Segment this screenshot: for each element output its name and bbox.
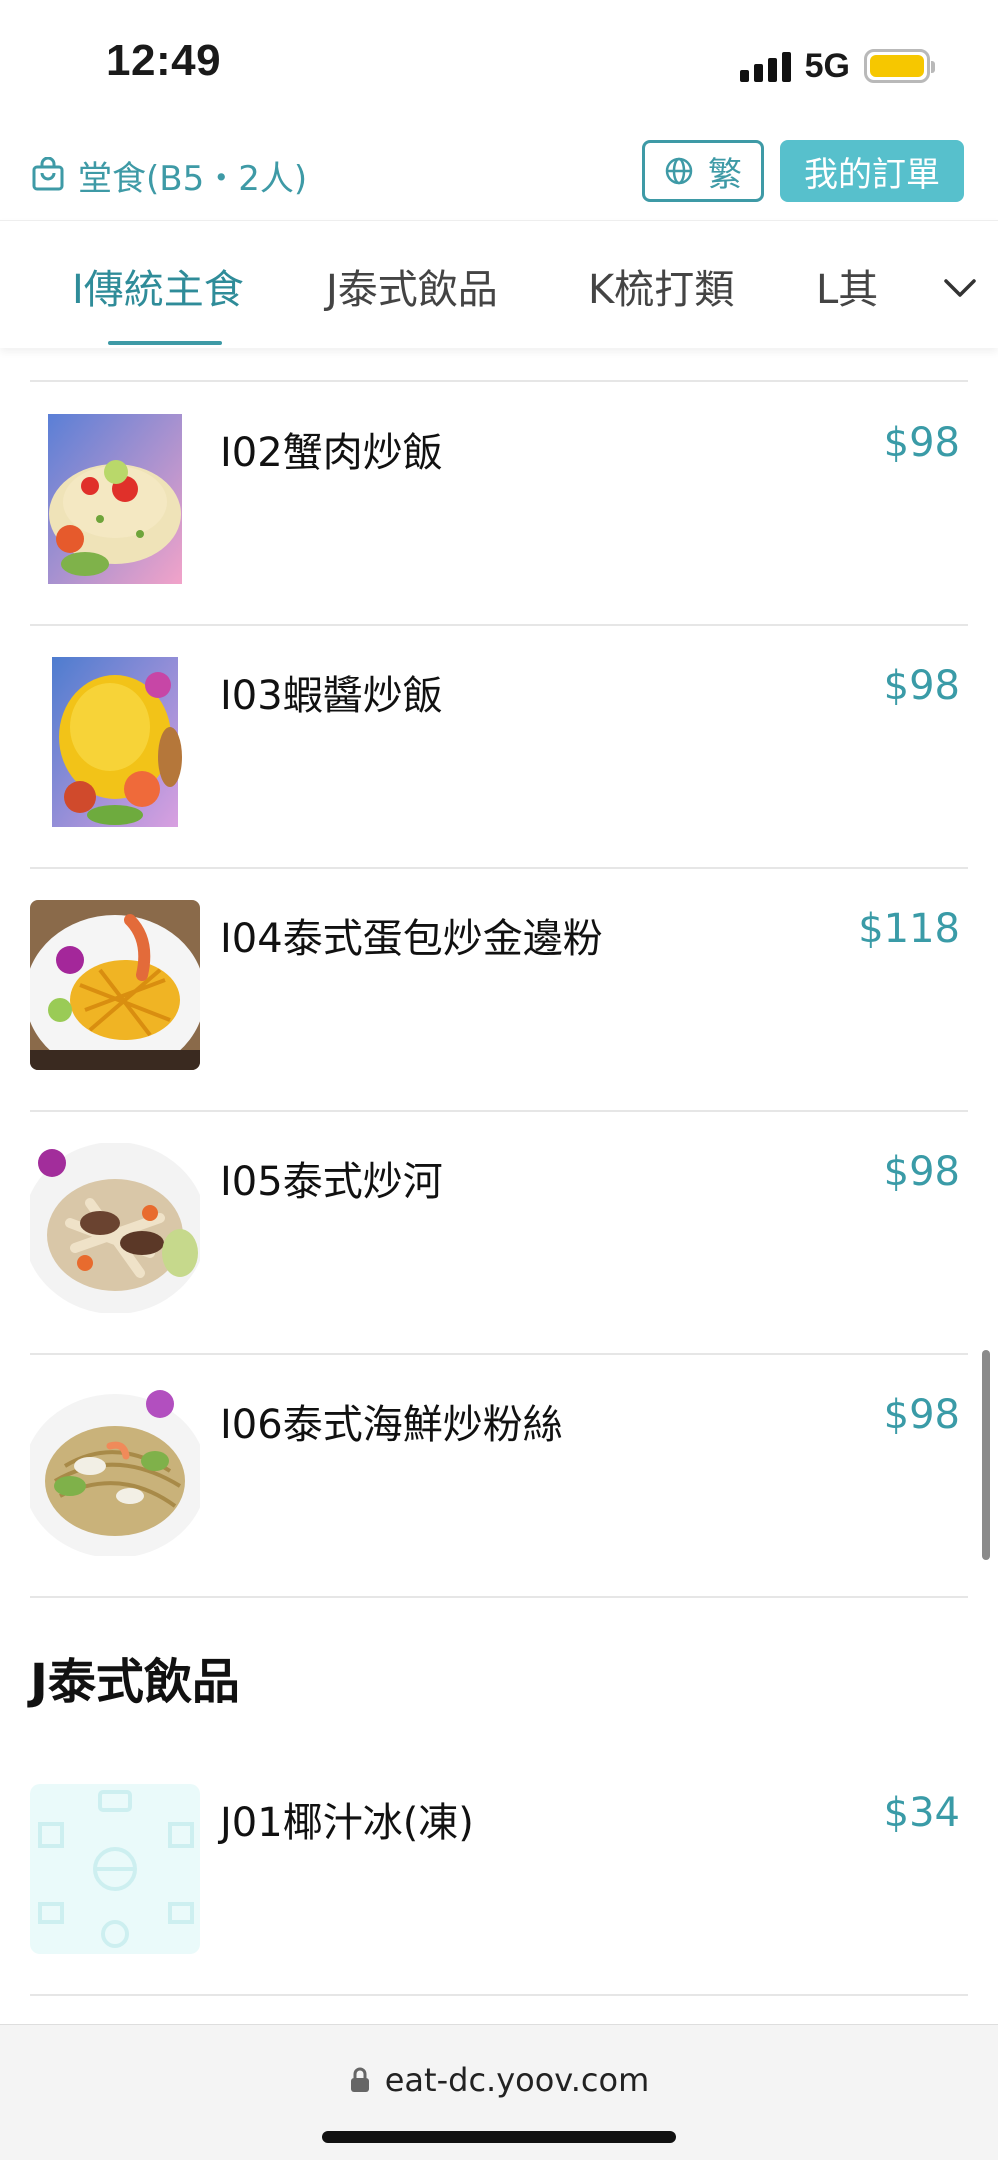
- tab-traditional-staples[interactable]: I傳統主食: [72, 257, 244, 315]
- chevron-down-icon[interactable]: [938, 265, 982, 309]
- tab-other[interactable]: L其: [816, 257, 878, 315]
- item-name: I04泰式蛋包炒金邊粉: [220, 916, 603, 962]
- menu-item[interactable]: J01椰汁冰(凍) $34: [0, 1752, 998, 1995]
- globe-icon: [665, 157, 693, 185]
- shopping-bag-icon: [32, 157, 64, 191]
- divider: [30, 1596, 968, 1598]
- divider: [30, 1994, 968, 1996]
- item-name: I06泰式海鮮炒粉絲: [220, 1402, 563, 1448]
- status-time: 12:49: [106, 36, 222, 85]
- signal-icon: [739, 50, 791, 82]
- menu-list: I02蟹肉炒飯 $98 I03蝦醬炒飯 $98 I04泰式蛋包炒金邊粉 $118…: [0, 348, 998, 2024]
- item-name: I02蟹肉炒飯: [220, 430, 443, 476]
- menu-item[interactable]: I05泰式炒河 $98: [0, 1111, 998, 1354]
- active-tab-indicator: [108, 341, 222, 345]
- url-bar[interactable]: eat-dc.yoov.com: [0, 2055, 998, 2105]
- dish-image: [30, 900, 200, 1070]
- battery-icon: [864, 49, 935, 83]
- dish-image: [30, 1386, 200, 1556]
- item-price: $98: [883, 420, 960, 466]
- tabs-fade: [870, 241, 920, 321]
- item-price: $98: [883, 663, 960, 709]
- dish-image: [30, 414, 200, 584]
- home-indicator[interactable]: [322, 2131, 676, 2143]
- menu-item[interactable]: I06泰式海鮮炒粉絲 $98: [0, 1354, 998, 1597]
- tab-soda[interactable]: K梳打類: [588, 257, 734, 315]
- item-price: $98: [883, 1149, 960, 1195]
- section-title: J泰式飲品: [30, 1654, 240, 1710]
- item-price: $98: [883, 1392, 960, 1438]
- tab-thai-drinks[interactable]: J泰式飲品: [326, 257, 498, 315]
- battery-level: [870, 55, 924, 77]
- dish-image: [30, 657, 200, 827]
- language-label: 繁: [708, 154, 742, 195]
- status-bar: 12:49 5G: [0, 0, 998, 130]
- status-indicators: 5G: [739, 46, 935, 86]
- dish-image: [30, 1143, 200, 1313]
- item-name: I05泰式炒河: [220, 1159, 443, 1205]
- item-name: I03蝦醬炒飯: [220, 673, 443, 719]
- dine-info[interactable]: 堂食(B5・2人): [30, 148, 307, 202]
- network-label: 5G: [804, 46, 850, 85]
- placeholder-image: [30, 1784, 200, 1954]
- menu-item[interactable]: I03蝦醬炒飯 $98: [0, 625, 998, 868]
- category-tabs: I傳統主食 J泰式飲品 K梳打類 L其: [0, 220, 998, 348]
- item-price: $118: [858, 906, 960, 952]
- menu-item[interactable]: I02蟹肉炒飯 $98: [0, 382, 998, 625]
- browser-bar: eat-dc.yoov.com: [0, 2024, 998, 2160]
- menu-item[interactable]: I04泰式蛋包炒金邊粉 $118: [0, 868, 998, 1111]
- item-name: J01椰汁冰(凍): [220, 1800, 474, 1846]
- scrollbar[interactable]: [982, 1350, 990, 1560]
- language-button[interactable]: 繁: [642, 140, 764, 202]
- dine-info-label: 堂食(B5・2人): [78, 158, 308, 199]
- url-text: eat-dc.yoov.com: [384, 2061, 650, 2099]
- app-header: 堂食(B5・2人) 繁 我的訂單: [0, 130, 998, 220]
- item-price: $34: [883, 1790, 960, 1836]
- my-orders-button[interactable]: 我的訂單: [780, 140, 964, 202]
- lock-icon: [350, 2067, 369, 2092]
